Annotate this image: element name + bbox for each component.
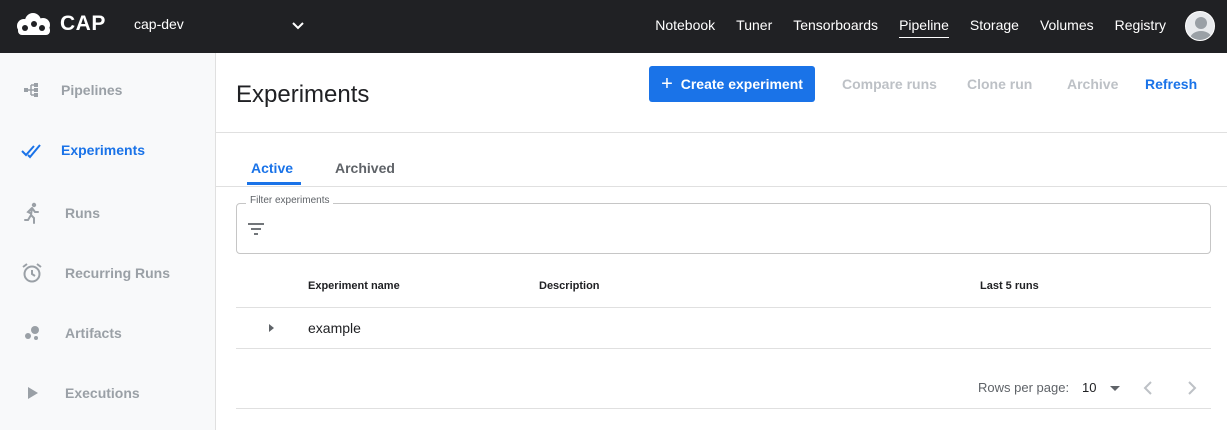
top-bar: CAP cap-dev Notebook Tuner Tensorboards …: [0, 0, 1227, 53]
column-header-experiment-name[interactable]: Experiment name: [308, 280, 400, 292]
runs-icon: [20, 201, 44, 225]
compare-runs-button[interactable]: Compare runs: [842, 76, 937, 92]
refresh-button[interactable]: Refresh: [1145, 76, 1197, 92]
chevron-down-icon[interactable]: [289, 17, 307, 35]
filter-icon: [248, 223, 264, 235]
divider: [236, 348, 1211, 349]
sidebar-item-label: Recurring Runs: [65, 265, 171, 281]
play-icon: [20, 381, 44, 405]
experiment-name-cell[interactable]: example: [308, 320, 361, 336]
nav-volumes[interactable]: Volumes: [1040, 0, 1094, 53]
top-nav: Notebook Tuner Tensorboards Pipeline Sto…: [634, 0, 1166, 53]
divider: [236, 307, 1211, 308]
sidebar-item-runs[interactable]: Runs: [0, 193, 215, 233]
nav-tuner[interactable]: Tuner: [736, 0, 772, 53]
brand-name: CAP: [60, 12, 106, 35]
sidebar-item-label: Artifacts: [65, 325, 122, 341]
sidebar-item-recurring-runs[interactable]: Recurring Runs: [0, 253, 215, 293]
previous-page-icon[interactable]: [1139, 378, 1159, 398]
nav-pipeline[interactable]: Pipeline: [899, 0, 949, 53]
artifacts-icon: [20, 321, 44, 345]
next-page-icon[interactable]: [1181, 378, 1201, 398]
clone-run-button[interactable]: Clone run: [967, 76, 1032, 92]
cloud-logo-icon: [17, 13, 50, 35]
avatar[interactable]: [1185, 11, 1215, 41]
divider: [236, 408, 1211, 409]
nav-registry[interactable]: Registry: [1115, 0, 1166, 53]
expand-arrow-icon[interactable]: [264, 321, 278, 335]
sidebar-item-label: Pipelines: [61, 82, 123, 98]
divider: [216, 132, 1227, 133]
filter-input[interactable]: [280, 215, 1180, 243]
sidebar-item-executions[interactable]: Executions: [0, 373, 215, 413]
divider: [216, 186, 1227, 187]
dropdown-arrow-icon[interactable]: [1108, 382, 1122, 394]
column-header-last-5-runs: Last 5 runs: [980, 280, 1039, 292]
namespace-selector[interactable]: cap-dev: [134, 16, 184, 32]
archive-button[interactable]: Archive: [1067, 76, 1118, 92]
column-header-description[interactable]: Description: [539, 280, 600, 292]
plus-icon: +: [661, 73, 673, 95]
pipelines-icon: [20, 78, 44, 102]
sidebar-item-label: Executions: [65, 385, 140, 401]
tab-archived[interactable]: Archived: [335, 160, 395, 176]
experiments-icon: [20, 138, 44, 162]
nav-storage[interactable]: Storage: [970, 0, 1019, 53]
sidebar-item-pipelines[interactable]: Pipelines: [0, 70, 215, 110]
active-tab-indicator: [247, 182, 301, 185]
filter-label: Filter experiments: [246, 195, 334, 206]
tab-active[interactable]: Active: [251, 160, 293, 176]
cap-logo[interactable]: CAP: [14, 12, 106, 36]
nav-notebook[interactable]: Notebook: [655, 0, 715, 53]
alarm-clock-icon: [20, 261, 44, 285]
create-experiment-button[interactable]: + Create experiment: [649, 66, 815, 102]
create-experiment-label: Create experiment: [680, 76, 803, 92]
rows-per-page-select[interactable]: 10: [1082, 380, 1096, 395]
page-title: Experiments: [236, 81, 370, 108]
sidebar-item-experiments[interactable]: Experiments: [0, 130, 215, 170]
sidebar-item-label: Experiments: [61, 142, 146, 158]
sidebar: Pipelines Experiments Runs Recurring Run…: [0, 53, 216, 430]
user-avatar-icon: [1190, 17, 1212, 40]
rows-per-page-label: Rows per page:: [978, 380, 1070, 395]
sidebar-item-artifacts[interactable]: Artifacts: [0, 313, 215, 353]
sidebar-item-label: Runs: [65, 205, 100, 221]
nav-tensorboards[interactable]: Tensorboards: [793, 0, 878, 53]
